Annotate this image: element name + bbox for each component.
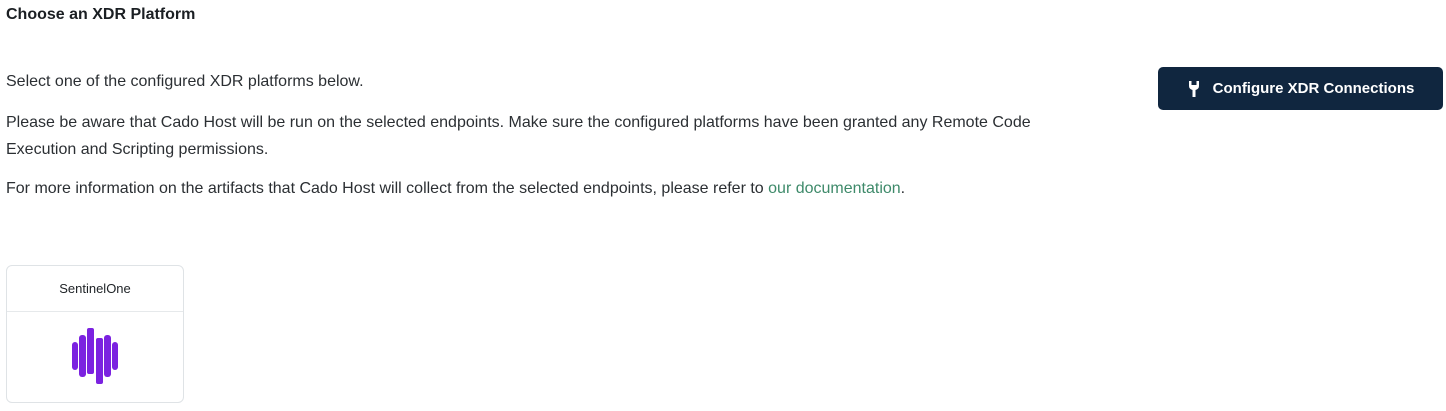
info-text: For more information on the artifacts th… <box>6 175 1096 202</box>
platform-card-sentinelone[interactable]: SentinelOne <box>6 265 184 403</box>
configure-xdr-connections-button[interactable]: Configure XDR Connections <box>1158 67 1443 110</box>
platform-name: SentinelOne <box>7 266 183 312</box>
intro-text: Select one of the configured XDR platfor… <box>6 73 364 90</box>
warning-text: Please be aware that Cado Host will be r… <box>6 114 1031 158</box>
page-title: Choose an XDR Platform <box>6 6 196 23</box>
documentation-link[interactable]: our documentation <box>768 180 901 197</box>
wrench-icon <box>1187 80 1201 98</box>
info-text-end: . <box>900 180 906 197</box>
configure-button-label: Configure XDR Connections <box>1212 80 1415 97</box>
info-text-body: For more information on the artifacts th… <box>6 180 769 197</box>
sentinelone-logo <box>72 327 118 389</box>
